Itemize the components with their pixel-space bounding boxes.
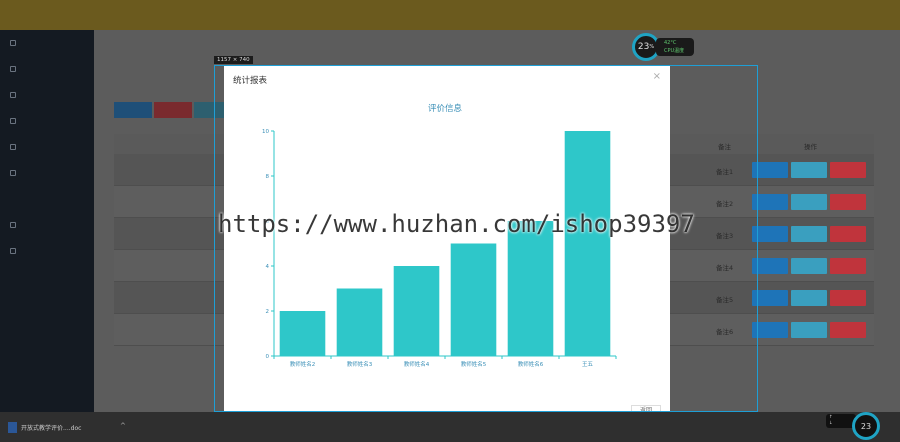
app-header: [0, 0, 900, 30]
chart-icon: [10, 222, 16, 228]
remark-cell: 备注1: [716, 168, 734, 176]
sidebar-item-evaluation-manage[interactable]: [10, 222, 16, 228]
detail-button[interactable]: [752, 322, 788, 338]
bar: [450, 243, 497, 356]
edit-button[interactable]: [791, 194, 827, 210]
bar: [279, 311, 326, 356]
taskbar-cpu-ring[interactable]: 23: [852, 412, 880, 440]
edit-button[interactable]: [791, 290, 827, 306]
sidebar-item-courses[interactable]: [10, 144, 16, 150]
x-tick-label: 教师姓名4: [404, 360, 430, 368]
x-tick-label: 王五: [582, 361, 594, 368]
taskbar: 开放式教学评价....doc ^ ↑ ↓ 23: [0, 412, 900, 442]
edit-button[interactable]: [791, 258, 827, 274]
capture-size-label: 1157 × 740: [214, 56, 253, 64]
sidebar-item-home[interactable]: [10, 40, 16, 46]
y-tick-label: 4: [266, 264, 270, 270]
row-actions: [752, 258, 866, 274]
delete-row-button[interactable]: [830, 290, 866, 306]
x-tick-label: 教师姓名3: [347, 360, 373, 368]
word-doc-icon: [8, 421, 17, 433]
y-tick-label: 2: [266, 309, 270, 315]
user-icon: [10, 66, 16, 72]
x-tick-label: 教师姓名5: [461, 360, 487, 368]
home-icon: [10, 40, 16, 46]
action-column-header: 操作: [804, 143, 817, 151]
row-actions: [752, 290, 866, 306]
bar: [564, 131, 611, 356]
cpu-gauge-widget[interactable]: 23% 42°C CPU温度: [632, 33, 694, 61]
users-icon: [10, 92, 16, 98]
remark-cell: 备注5: [716, 296, 734, 304]
sidebar-item-profile[interactable]: [10, 66, 16, 72]
add-button[interactable]: [114, 102, 152, 118]
student-icon: [10, 118, 16, 124]
detail-button[interactable]: [752, 258, 788, 274]
row-actions: [752, 194, 866, 210]
taskbar-document-label: 开放式教学评价....doc: [21, 424, 82, 432]
delete-row-button[interactable]: [830, 162, 866, 178]
delete-row-button[interactable]: [830, 258, 866, 274]
sidebar-item-teachers[interactable]: [10, 92, 16, 98]
cpu-temp-label: CPU温度: [664, 48, 685, 54]
book-icon: [10, 144, 16, 150]
settings-icon: [10, 248, 16, 254]
detail-button[interactable]: [752, 194, 788, 210]
edit-button[interactable]: [791, 162, 827, 178]
sidebar-item-students[interactable]: [10, 118, 16, 124]
remark-column-header: 备注: [718, 143, 731, 151]
row-actions: [752, 226, 866, 242]
evaluation-bar-chart: 评价信息0246810教师姓名2 教师姓名3 教师姓名4 教师姓名5 教师姓名6 王五: [262, 103, 617, 368]
bar: [507, 221, 554, 356]
close-icon[interactable]: ×: [653, 71, 661, 82]
modal-title: 统计报表: [233, 76, 268, 86]
row-actions: [752, 322, 866, 338]
edit-button[interactable]: [791, 322, 827, 338]
taskbar-document[interactable]: 开放式教学评价....doc: [8, 420, 98, 434]
delete-row-button[interactable]: [830, 226, 866, 242]
sidebar-item-admin[interactable]: [10, 248, 16, 254]
toolbar-buttons: [114, 102, 232, 118]
taskbar-cpu-value: 23: [860, 421, 872, 431]
y-tick-label: 10: [262, 129, 269, 135]
detail-button[interactable]: [752, 290, 788, 306]
list-icon: [10, 170, 16, 176]
cpu-usage-value: 23: [637, 42, 650, 52]
remark-cell: 备注4: [716, 264, 734, 272]
sidebar-item-evaluation[interactable]: [10, 170, 16, 176]
sidebar: [0, 30, 94, 412]
y-tick-label: 0: [266, 354, 270, 360]
watermark-text: https://www.huzhan.com/ishop39397: [218, 210, 695, 238]
delete-row-button[interactable]: [830, 322, 866, 338]
stats-report-modal: 统计报表 × 评价信息 0 2 4 6 8 10 教师姓名2 教师姓名3 教师姓名4 教师姓名5 教师…: [224, 66, 670, 415]
y-tick-label: 8: [266, 174, 270, 180]
cpu-temp-pill: 42°C CPU温度: [656, 38, 694, 56]
edit-button[interactable]: [791, 226, 827, 242]
bar: [393, 266, 440, 356]
x-tick-label: 教师姓名2: [290, 360, 316, 368]
delete-row-button[interactable]: [830, 194, 866, 210]
chart-title: 评价信息: [428, 103, 463, 114]
row-actions: [752, 162, 866, 178]
bar: [336, 288, 383, 356]
chevron-up-icon[interactable]: ^: [120, 422, 126, 430]
remark-cell: 备注2: [716, 200, 734, 208]
remark-cell: 备注3: [716, 232, 734, 240]
remark-cell: 备注6: [716, 328, 734, 336]
delete-button[interactable]: [154, 102, 192, 118]
x-tick-label: 教师姓名6: [518, 360, 544, 368]
detail-button[interactable]: [752, 226, 788, 242]
cpu-usage-unit: %: [649, 44, 655, 50]
download-speed-icon: ↓: [829, 421, 833, 426]
detail-button[interactable]: [752, 162, 788, 178]
cpu-temp-value: 42°C: [664, 40, 677, 46]
